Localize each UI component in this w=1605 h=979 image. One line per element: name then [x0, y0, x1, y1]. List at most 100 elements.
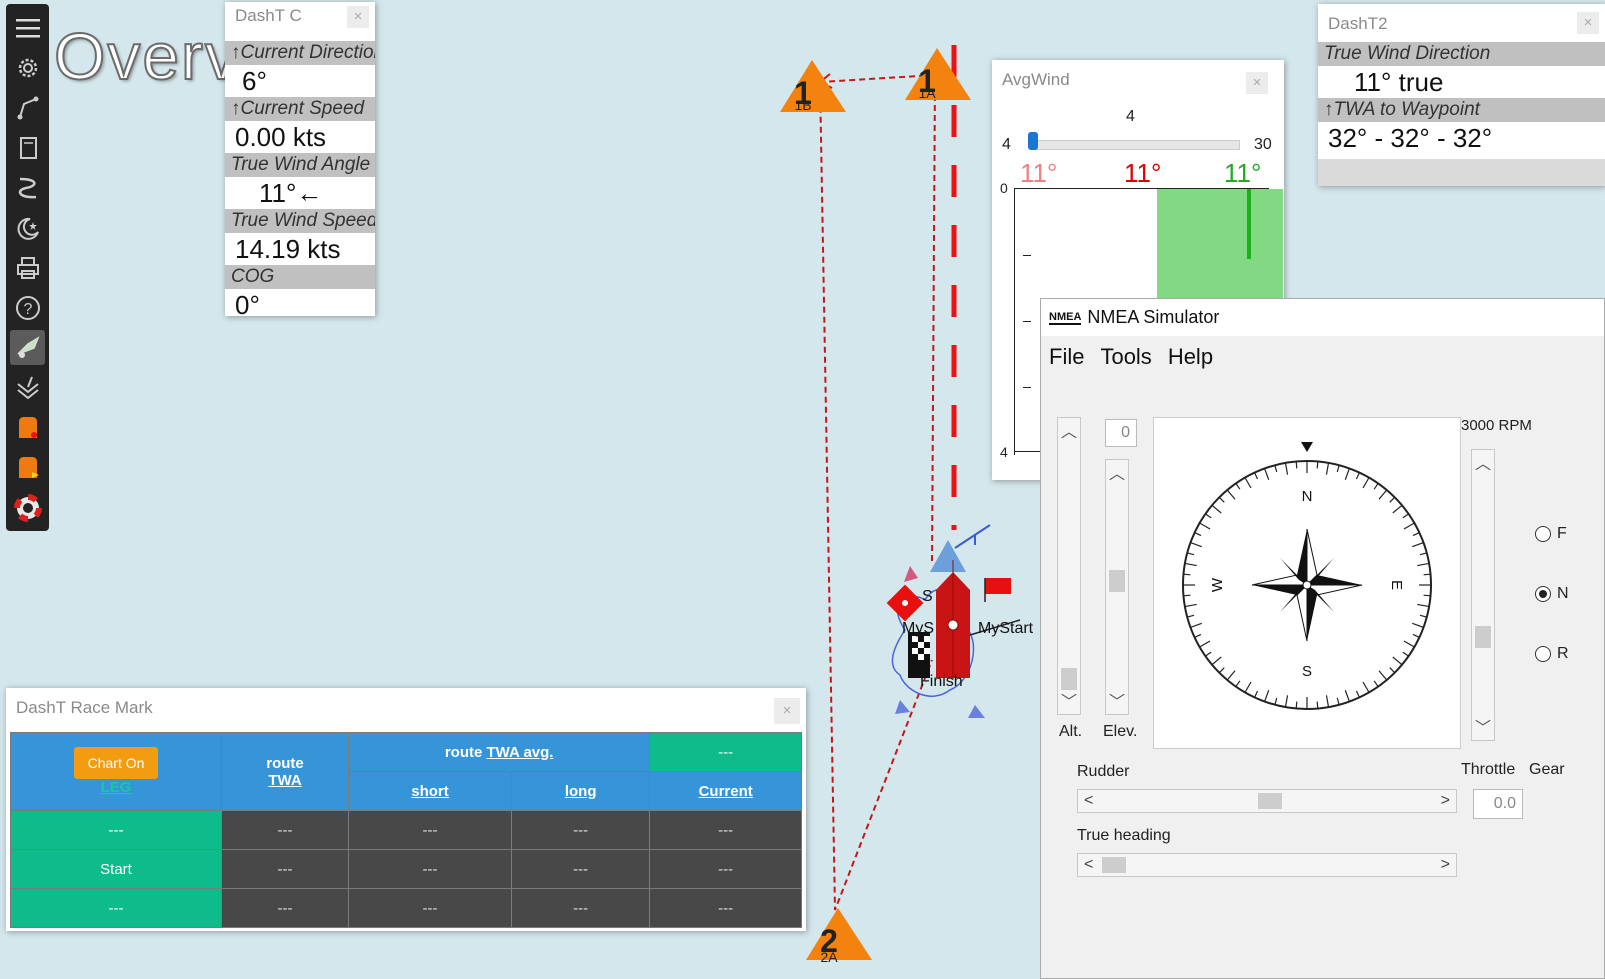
table-row[interactable]: --- --- --- --- ---	[10, 810, 802, 850]
throttle-scrollbar[interactable]: ︿ ﹀	[1471, 449, 1495, 741]
close-button[interactable]: ×	[1246, 72, 1268, 94]
compass-rose: N S E W	[1182, 442, 1432, 710]
gear-n-label: N	[1557, 585, 1569, 602]
route-twa-link[interactable]: TWA	[268, 772, 301, 789]
table-row[interactable]: --- --- --- --- ---	[10, 888, 802, 928]
close-button[interactable]: ×	[1577, 12, 1599, 34]
race-mark-1a[interactable]: 1 1A	[905, 48, 971, 101]
page-icon[interactable]	[10, 130, 45, 165]
close-button[interactable]: ×	[774, 698, 800, 724]
chevron-up-icon[interactable]: ︿	[1058, 418, 1080, 442]
nmea-app-icon: NMEA	[1049, 310, 1082, 325]
chevron-up-icon[interactable]: ︿	[1472, 450, 1494, 474]
chevron-down-icon[interactable]: ﹀	[1058, 688, 1080, 712]
start-label: MyStart	[978, 620, 1034, 637]
chart-on-button[interactable]: Chart On	[73, 747, 159, 779]
plugin-active-icon[interactable]	[10, 330, 45, 365]
scroll-thumb[interactable]	[1475, 626, 1491, 648]
slider-max: 30	[1254, 136, 1272, 153]
current-cell: ---	[649, 888, 802, 928]
print-icon[interactable]	[10, 250, 45, 285]
leg-header: Chart On LEG	[10, 732, 222, 811]
long-cell: ---	[511, 810, 651, 850]
true-wind-speed-label: True Wind Speed	[225, 209, 375, 233]
cog-label: COG	[225, 265, 375, 289]
race-start-icon[interactable]	[10, 410, 45, 445]
chevron-up-icon[interactable]: ︿	[1106, 460, 1128, 484]
chevron-left-icon[interactable]: <	[1084, 856, 1093, 874]
help-icon[interactable]: ?	[10, 290, 45, 325]
true-wind-angle-value: 11°←	[259, 178, 323, 208]
race-mark-1b[interactable]: 1 1B	[780, 60, 846, 113]
race-mark-2[interactable]: 2 2A	[806, 908, 872, 965]
scroll-thumb[interactable]	[1061, 668, 1077, 690]
compass-tick	[1423, 594, 1431, 597]
leg-link[interactable]: LEG	[101, 779, 132, 796]
menu-file[interactable]: File	[1049, 344, 1084, 370]
menu-bar: File Tools Help	[1041, 336, 1604, 378]
true-wind-angle-label: True Wind Angle	[225, 153, 375, 177]
gear-reverse-radio[interactable]: R	[1535, 645, 1569, 663]
chevron-left-icon[interactable]: <	[1084, 792, 1093, 810]
current-cell: ---	[649, 849, 802, 889]
elevation-scrollbar[interactable]: ︿ ﹀	[1105, 459, 1129, 715]
wind-angle-center: 11°	[1124, 158, 1162, 188]
main-toolbar: ?	[6, 4, 49, 531]
current-speed-value: 0.00 kts	[235, 122, 327, 152]
menu-tools[interactable]: Tools	[1100, 344, 1151, 370]
chevron-down-icon[interactable]: ﹀	[1472, 714, 1494, 738]
chevron-right-icon[interactable]: >	[1441, 792, 1450, 810]
slider-min: 4	[1002, 136, 1011, 153]
track-icon[interactable]	[10, 170, 45, 205]
current-link[interactable]: Current	[699, 783, 753, 800]
compass-panel[interactable]: N S E W	[1153, 417, 1461, 749]
altitude-scrollbar[interactable]: ︿ ﹀	[1057, 417, 1081, 715]
gear-neutral-radio[interactable]: N	[1535, 585, 1569, 603]
true-heading-label: True heading	[1077, 827, 1171, 844]
throttle-label: Throttle	[1461, 761, 1516, 778]
gear-forward-radio[interactable]: F	[1535, 525, 1567, 543]
long-link[interactable]: long	[565, 783, 597, 800]
slider-value: 4	[1126, 108, 1135, 125]
scroll-thumb[interactable]	[1258, 793, 1282, 809]
race-mark-table: Chart On LEG route TWA route TWA avg. --…	[10, 732, 802, 928]
short-link[interactable]: short	[411, 783, 449, 800]
scroll-thumb[interactable]	[1109, 570, 1125, 592]
lifebuoy-icon[interactable]	[10, 490, 45, 525]
elevation-field[interactable]: 0	[1105, 419, 1137, 447]
route-icon[interactable]	[10, 90, 45, 125]
compass-tick	[1423, 573, 1431, 576]
chevron-down-icon[interactable]: ﹀	[1106, 688, 1128, 712]
close-button[interactable]: ×	[347, 6, 369, 28]
route-twa-cell: ---	[221, 888, 349, 928]
heading-scrollbar[interactable]: < >	[1077, 853, 1457, 877]
gear-label: Gear	[1529, 761, 1565, 778]
slider-handle[interactable]	[1028, 132, 1038, 150]
panel-title: DashT2	[1328, 14, 1388, 33]
menu-icon[interactable]	[10, 10, 45, 45]
elev-label: Elev.	[1103, 723, 1138, 740]
rudder-scrollbar[interactable]: < >	[1077, 789, 1457, 813]
svg-text:?: ?	[23, 301, 32, 318]
top-right-cell: ---	[649, 732, 802, 772]
race-mark-icon[interactable]	[10, 450, 45, 485]
layers-icon[interactable]	[10, 370, 45, 405]
current-direction-value: 6°	[242, 66, 267, 96]
settings-icon[interactable]	[10, 50, 45, 85]
mark-2-label: 2A	[820, 949, 838, 965]
throttle-value-field[interactable]: 0.0	[1473, 789, 1523, 819]
twa-to-waypoint-value: 32° - 32° - 32°	[1328, 123, 1493, 153]
moon-star-icon[interactable]	[10, 210, 45, 245]
menu-help[interactable]: Help	[1168, 344, 1213, 370]
compass-n: N	[1302, 488, 1313, 505]
chevron-right-icon[interactable]: >	[1441, 856, 1450, 874]
course-line	[931, 74, 936, 566]
twa-avg-link[interactable]: TWA avg.	[487, 744, 554, 761]
route-twa-cell: ---	[221, 810, 349, 850]
mark-1b-label: 1B	[794, 97, 811, 113]
averaging-slider[interactable]	[1032, 140, 1240, 150]
scroll-thumb[interactable]	[1102, 857, 1126, 873]
table-row[interactable]: Start --- --- --- ---	[10, 849, 802, 889]
start-finish-area[interactable]: MyS MyStart Finish S	[886, 524, 1034, 718]
compass-tick	[1183, 594, 1191, 597]
